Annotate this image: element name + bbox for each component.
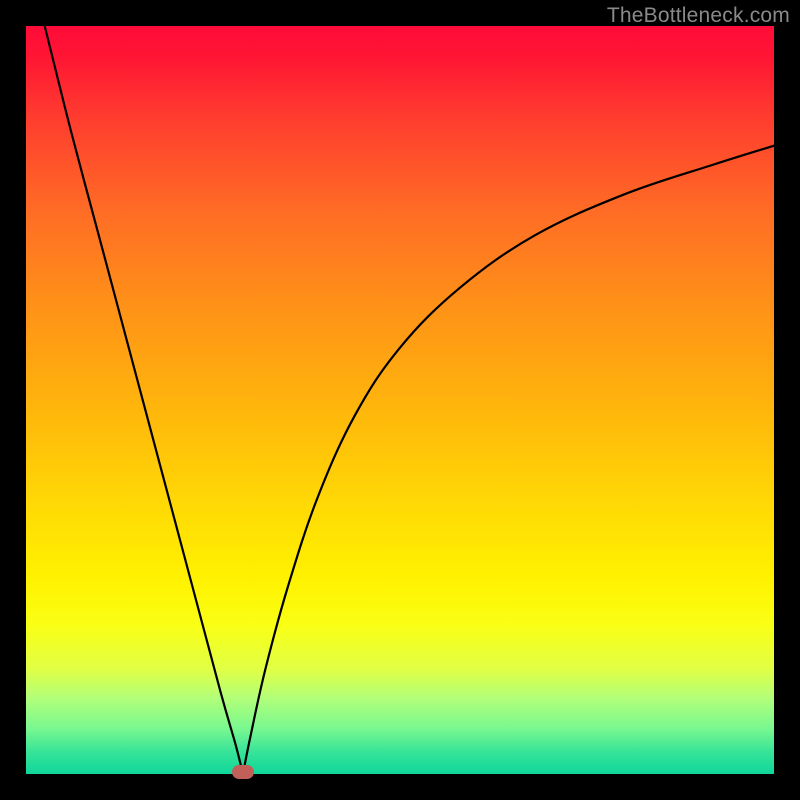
curve-left-branch	[45, 26, 243, 774]
optimum-marker	[232, 765, 254, 779]
curve-right-branch	[243, 146, 774, 774]
watermark-text: TheBottleneck.com	[607, 4, 790, 28]
bottleneck-curve	[26, 26, 774, 774]
chart-frame: TheBottleneck.com	[0, 0, 800, 800]
